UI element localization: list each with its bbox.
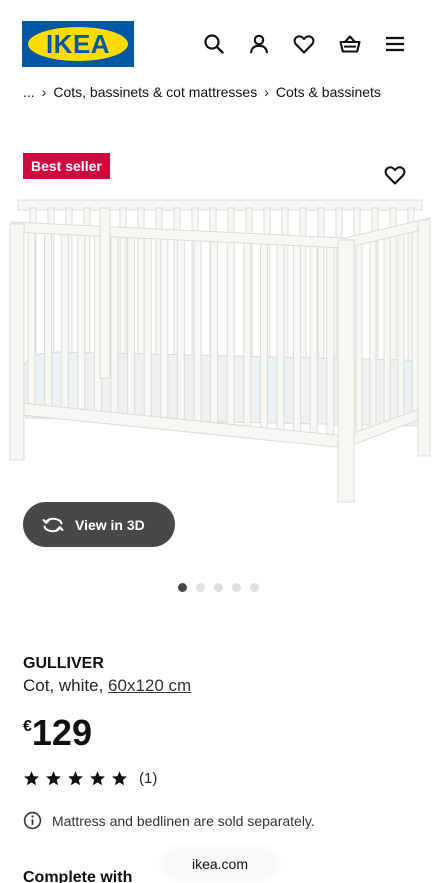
chevron-right-icon: › <box>41 84 47 100</box>
ikea-logo[interactable]: IKEA <box>22 21 134 67</box>
cot-front-slat <box>77 230 86 416</box>
star-icon <box>90 771 105 786</box>
product-price: €129 <box>23 712 92 754</box>
cot-front-slat <box>176 235 185 426</box>
breadcrumb: ... › Cots, bassinets & cot mattresses › Cot… <box>23 84 381 100</box>
heart-icon[interactable] <box>292 32 316 56</box>
price-amount: 129 <box>31 712 92 753</box>
price-currency: € <box>23 718 32 735</box>
breadcrumb-item-cots-bassinets[interactable]: Cots & bassinets <box>276 84 381 100</box>
cot-side-slat <box>411 229 419 419</box>
cot-side-slat <box>369 239 377 434</box>
cot-front-slat <box>60 229 69 414</box>
chevron-right-icon: › <box>264 84 269 100</box>
add-to-favourites-heart-icon[interactable] <box>383 163 407 187</box>
carousel-dot-1[interactable] <box>178 583 187 592</box>
cot-front-slat <box>309 241 318 439</box>
breadcrumb-ellipsis[interactable]: ... <box>23 84 35 100</box>
view-in-3d-button[interactable]: View in 3D <box>23 502 175 547</box>
carousel-dot-2[interactable] <box>196 583 205 592</box>
cot-front-slat <box>259 239 268 434</box>
search-icon[interactable] <box>202 32 226 56</box>
product-name: GULLIVER <box>23 655 104 672</box>
cot-front-slat <box>193 236 202 428</box>
product-description: Cot, white, 60x120 cm <box>23 676 191 696</box>
account-icon[interactable] <box>247 32 271 56</box>
cot-back-slat <box>317 207 325 379</box>
cot-front-slat <box>226 237 235 431</box>
carousel-dot-5[interactable] <box>250 583 259 592</box>
review-count[interactable]: (1) <box>139 770 157 787</box>
star-icon <box>24 771 39 786</box>
breadcrumb-item-cots-bassinets-mattresses[interactable]: Cots, bassinets & cot mattresses <box>53 84 257 100</box>
browser-url-bar[interactable]: ikea.com <box>164 849 276 879</box>
image-carousel-indicator <box>178 583 259 592</box>
cot-front-slat <box>127 233 136 421</box>
cot-front-slat <box>326 242 335 441</box>
product-image-cot[interactable] <box>0 190 440 510</box>
cot-front-slat <box>276 240 285 436</box>
cot-front-slat <box>160 234 169 424</box>
best-seller-badge: Best seller <box>23 153 110 179</box>
carousel-dot-4[interactable] <box>232 583 241 592</box>
cot-front-slat <box>210 237 219 429</box>
logo-text: IKEA <box>45 29 111 59</box>
cot-side-slat <box>397 233 405 424</box>
cot-front-slat <box>293 241 302 438</box>
cot-front-slat <box>143 233 152 422</box>
info-note: Mattress and bedlinen are sold separatel… <box>23 811 315 830</box>
cot-side-slat <box>355 242 363 439</box>
header: IKEA <box>0 0 440 82</box>
cot-side-slat <box>383 236 391 429</box>
carousel-dot-3[interactable] <box>214 583 223 592</box>
cot-front-slat <box>27 228 36 411</box>
menu-icon[interactable] <box>383 32 407 56</box>
cot-front-slat <box>243 238 252 433</box>
star-icon <box>112 771 127 786</box>
view-in-3d-label: View in 3D <box>75 516 145 533</box>
complete-with-heading: Complete with <box>23 869 133 883</box>
star-icon <box>68 771 83 786</box>
product-description-text: Cot, white, <box>23 676 109 695</box>
info-icon <box>23 811 42 830</box>
cot-front-slat <box>44 229 53 412</box>
cot-front-slat <box>110 232 119 419</box>
star-icon <box>46 771 61 786</box>
rating[interactable]: (1) <box>23 770 157 787</box>
basket-icon[interactable] <box>338 32 362 56</box>
product-size-link[interactable]: 60x120 cm <box>108 676 191 695</box>
info-note-text: Mattress and bedlinen are sold separatel… <box>52 812 315 829</box>
rotate-3d-icon <box>42 517 64 532</box>
cot-frame <box>9 199 431 503</box>
